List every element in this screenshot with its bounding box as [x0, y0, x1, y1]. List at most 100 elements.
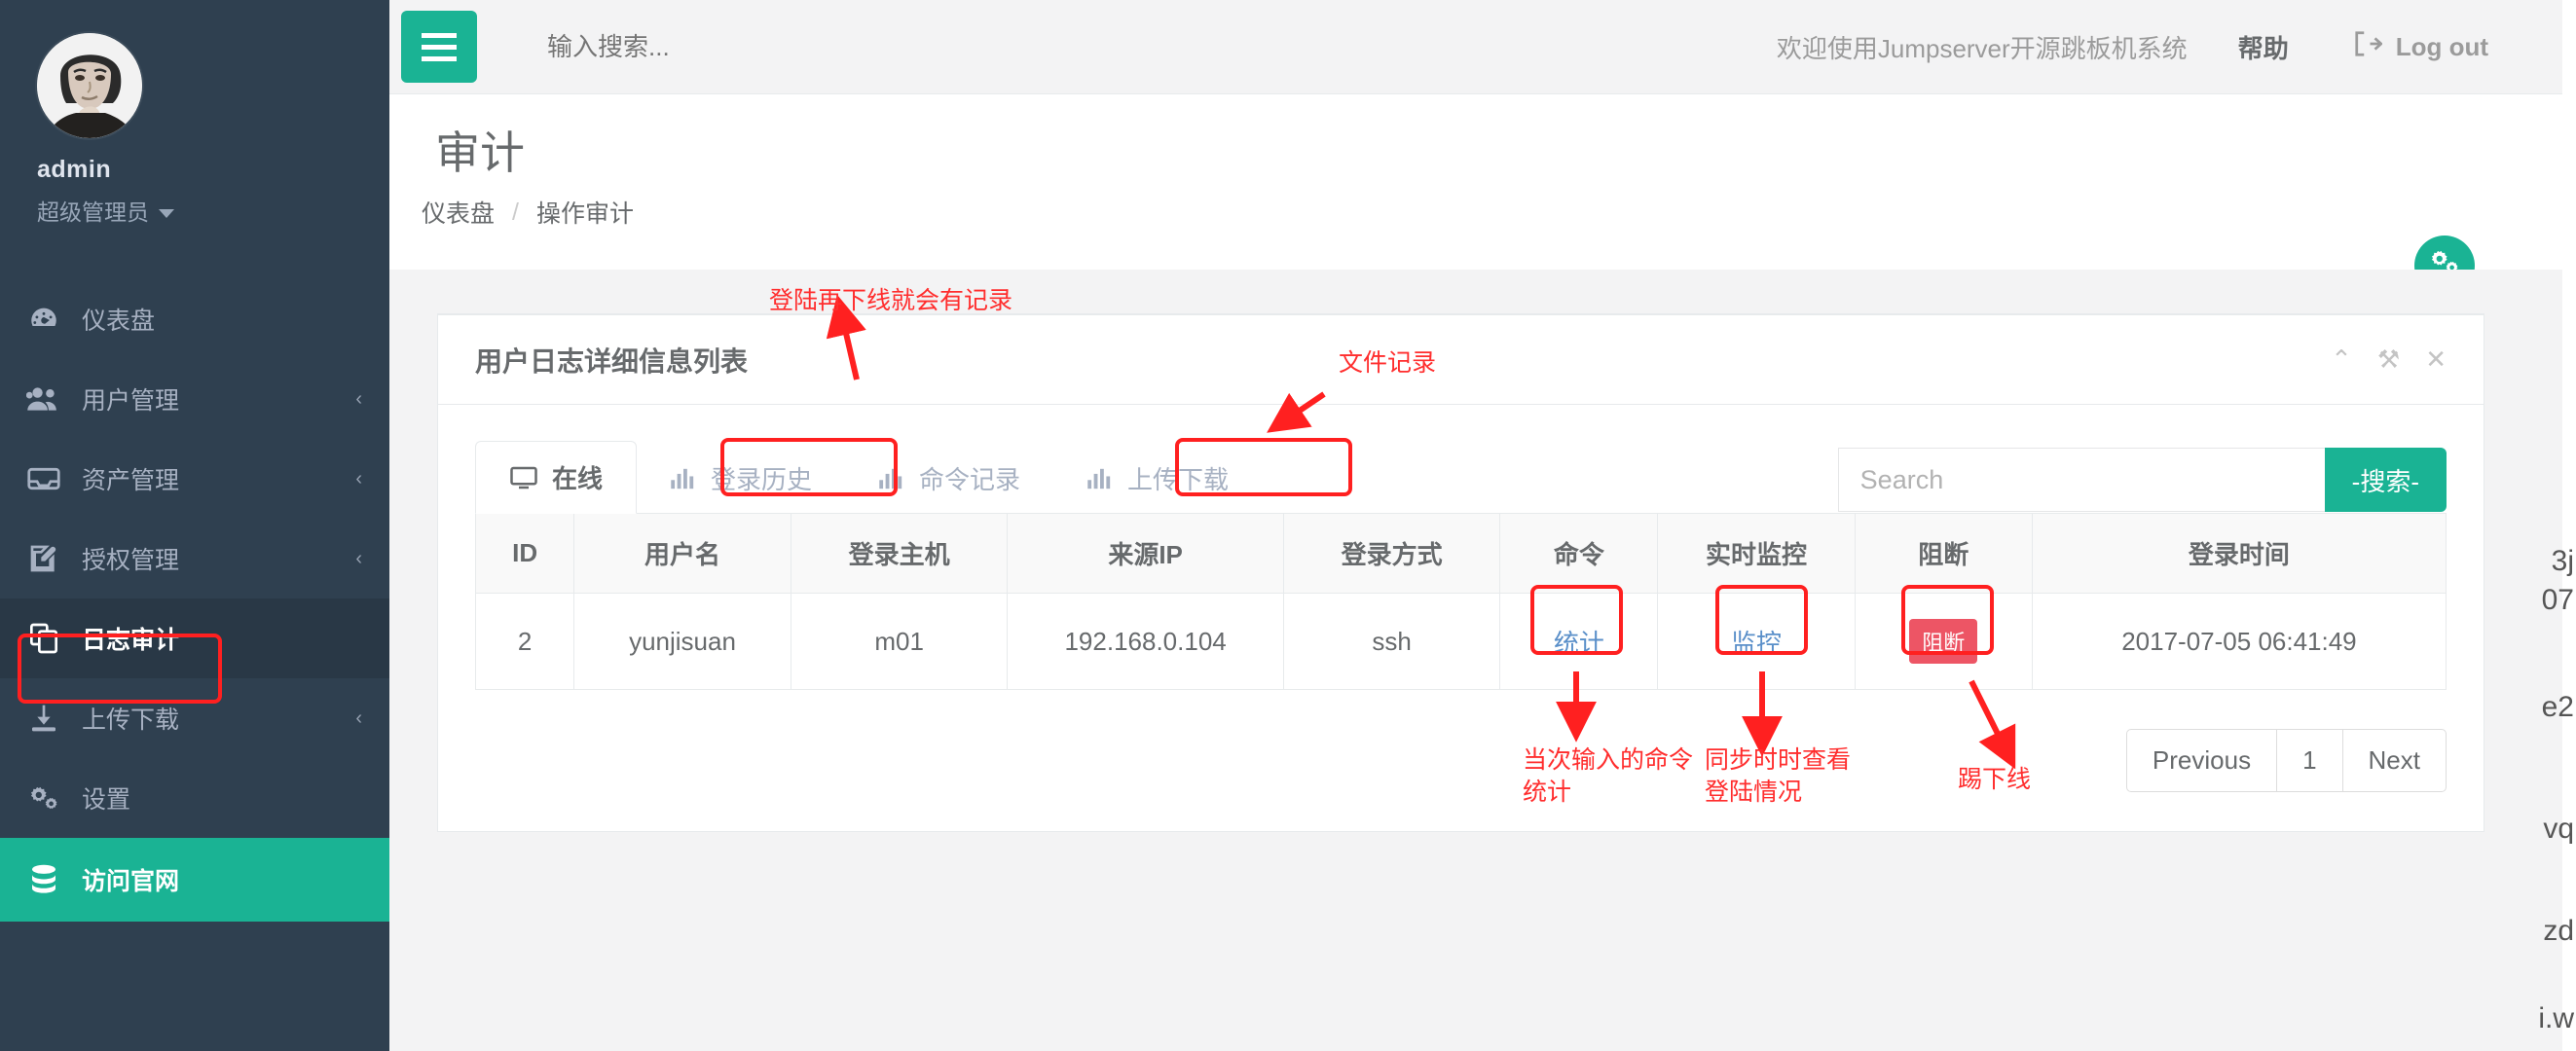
- sidebar-item-user-management[interactable]: 用户管理 ‹: [0, 359, 389, 439]
- sidebar-user-role-label: 超级管理员: [37, 199, 149, 225]
- download-icon: [21, 703, 66, 734]
- cell-login-time: 2017-07-05 06:41:49: [2031, 593, 2447, 690]
- search-button[interactable]: -搜索-: [2324, 448, 2447, 512]
- sidebar-item-log-audit[interactable]: 日志审计: [0, 598, 389, 678]
- users-icon: [21, 382, 66, 416]
- col-id: ID: [474, 513, 575, 594]
- cell-command: 统计: [1499, 593, 1659, 690]
- sidebar-profile: admin 超级管理员: [0, 0, 389, 227]
- inbox-icon: [21, 464, 66, 493]
- bar-chart-icon: [1086, 466, 1114, 491]
- dashboard-icon: [21, 303, 66, 336]
- breadcrumb-current: 操作审计: [535, 200, 634, 228]
- breadcrumb: 仪表盘 / 操作审计: [422, 195, 634, 230]
- col-host: 登录主机: [790, 513, 1009, 594]
- edge-fragment: vq: [2543, 813, 2574, 845]
- col-command: 命令: [1499, 513, 1659, 594]
- sidebar-item-label: 资产管理: [82, 467, 180, 494]
- sidebar-item-label: 设置: [82, 786, 131, 814]
- close-icon[interactable]: ✕: [2425, 344, 2447, 375]
- block-button[interactable]: 阻断: [1909, 619, 1978, 664]
- pagination-page-1[interactable]: 1: [2276, 729, 2343, 792]
- tab-label: 登录历史: [711, 465, 813, 494]
- sidebar-item-permission-management[interactable]: 授权管理 ‹: [0, 519, 389, 598]
- col-login-time: 登录时间: [2031, 513, 2447, 594]
- realtime-monitor-link[interactable]: 监控: [1731, 629, 1782, 658]
- logout-label: Log out: [2395, 31, 2488, 61]
- cell-source-ip: 192.168.0.104: [1007, 593, 1284, 690]
- tab-label: 上传下载: [1127, 465, 1230, 494]
- chevron-down-icon: [159, 209, 174, 219]
- sidebar-item-settings[interactable]: 设置: [0, 758, 389, 838]
- pagination: Previous 1 Next: [475, 729, 2447, 792]
- breadcrumb-home[interactable]: 仪表盘: [422, 195, 495, 230]
- tab-label: 在线: [552, 464, 604, 493]
- tab-command-record[interactable]: 命令记录: [845, 443, 1053, 514]
- cell-monitor: 监控: [1657, 593, 1856, 690]
- cell-host: m01: [790, 593, 1009, 690]
- sidebar-item-dashboard[interactable]: 仪表盘: [0, 279, 389, 359]
- global-search-input[interactable]: [547, 31, 956, 62]
- top-navbar: 欢迎使用Jumpserver开源跳板机系统 帮助 Log out: [389, 0, 2576, 94]
- gears-icon: [21, 783, 66, 813]
- edge-fragment: i.w: [2538, 1002, 2574, 1034]
- chevron-up-icon[interactable]: ⌃: [2331, 344, 2352, 375]
- tab-login-history[interactable]: 登录历史: [637, 443, 845, 514]
- table-row: 2 yunjisuan m01 192.168.0.104 ssh 统计 监控: [474, 593, 2447, 690]
- hamburger-icon[interactable]: [401, 11, 477, 83]
- tab-online[interactable]: 在线: [475, 441, 638, 514]
- user-log-panel: 用户日志详细信息列表 ⌃ ⚒ ✕ 在线 登录历史 命令记录 上传下载 Searc…: [437, 313, 2484, 832]
- edge-fragment: 07: [2541, 584, 2574, 616]
- cell-username: yunjisuan: [573, 593, 791, 690]
- col-source-ip: 来源IP: [1007, 513, 1284, 594]
- col-login-type: 登录方式: [1282, 513, 1501, 594]
- command-stats-link[interactable]: 统计: [1554, 629, 1604, 658]
- user-log-table: ID 用户名 登录主机 来源IP 登录方式 命令 实时监控 阻断 登录时间 2 …: [474, 513, 2447, 690]
- background-window-sliver: [2562, 0, 2576, 1051]
- tab-bar: 在线 登录历史 命令记录 上传下载 Search -搜索-: [475, 438, 2447, 514]
- panel-body: 在线 登录历史 命令记录 上传下载 Search -搜索- ID 用户名 登录主…: [438, 405, 2484, 831]
- sidebar-item-label: 用户管理: [82, 387, 180, 415]
- col-username: 用户名: [573, 513, 791, 594]
- sidebar-item-label: 上传下载: [82, 707, 180, 734]
- sidebar-user-role[interactable]: 超级管理员: [37, 194, 389, 227]
- cell-login-type: ssh: [1282, 593, 1501, 690]
- sidebar-item-upload-download[interactable]: 上传下载 ‹: [0, 678, 389, 758]
- sidebar: admin 超级管理员 仪表盘 用户管理 ‹ 资产管理 ‹ 授权管理 ‹ 日志审…: [0, 0, 389, 1051]
- table-header-row: ID 用户名 登录主机 来源IP 登录方式 命令 实时监控 阻断 登录时间: [474, 513, 2447, 594]
- cell-id: 2: [474, 593, 575, 690]
- panel-header: 用户日志详细信息列表 ⌃ ⚒ ✕: [438, 315, 2484, 405]
- panel-tools: ⌃ ⚒ ✕: [2331, 344, 2447, 375]
- sidebar-item-asset-management[interactable]: 资产管理 ‹: [0, 439, 389, 519]
- edge-fragment: zd: [2543, 915, 2574, 947]
- wrench-icon[interactable]: ⚒: [2377, 344, 2400, 375]
- copy-icon: [21, 623, 66, 654]
- sidebar-item-label: 授权管理: [82, 547, 180, 574]
- col-block: 阻断: [1854, 513, 2033, 594]
- database-icon: [21, 864, 66, 895]
- chevron-left-icon: ‹: [355, 387, 362, 410]
- avatar[interactable]: [37, 33, 142, 138]
- sidebar-nav: 仪表盘 用户管理 ‹ 资产管理 ‹ 授权管理 ‹ 日志审计 上传下载 ‹ 设置 …: [0, 279, 389, 922]
- search-input[interactable]: [1837, 448, 2325, 512]
- chevron-left-icon: ‹: [355, 467, 362, 489]
- sidebar-item-official-website[interactable]: 访问官网: [0, 838, 389, 922]
- edge-fragment: e2: [2541, 691, 2574, 723]
- cell-block: 阻断: [1854, 593, 2033, 690]
- page-title: 审计: [435, 127, 525, 178]
- chevron-left-icon: ‹: [355, 547, 362, 569]
- welcome-message: 欢迎使用Jumpserver开源跳板机系统: [1776, 33, 2188, 63]
- content-area: 用户日志详细信息列表 ⌃ ⚒ ✕ 在线 登录历史 命令记录 上传下载 Searc…: [389, 270, 2576, 1051]
- breadcrumb-separator: /: [512, 198, 519, 226]
- sidebar-item-label: 访问官网: [82, 868, 180, 895]
- monitor-icon: [509, 465, 538, 490]
- pagination-next[interactable]: Next: [2341, 729, 2447, 792]
- edit-icon: [21, 543, 66, 574]
- bar-chart-icon: [878, 466, 905, 491]
- tab-upload-download[interactable]: 上传下载: [1053, 443, 1262, 514]
- pagination-previous[interactable]: Previous: [2125, 729, 2278, 792]
- table-search: -搜索-: [1837, 448, 2447, 512]
- help-link[interactable]: 帮助: [2238, 29, 2289, 65]
- logout-button[interactable]: Log out: [2353, 30, 2488, 64]
- page-header: 审计 仪表盘 / 操作审计: [389, 94, 2576, 296]
